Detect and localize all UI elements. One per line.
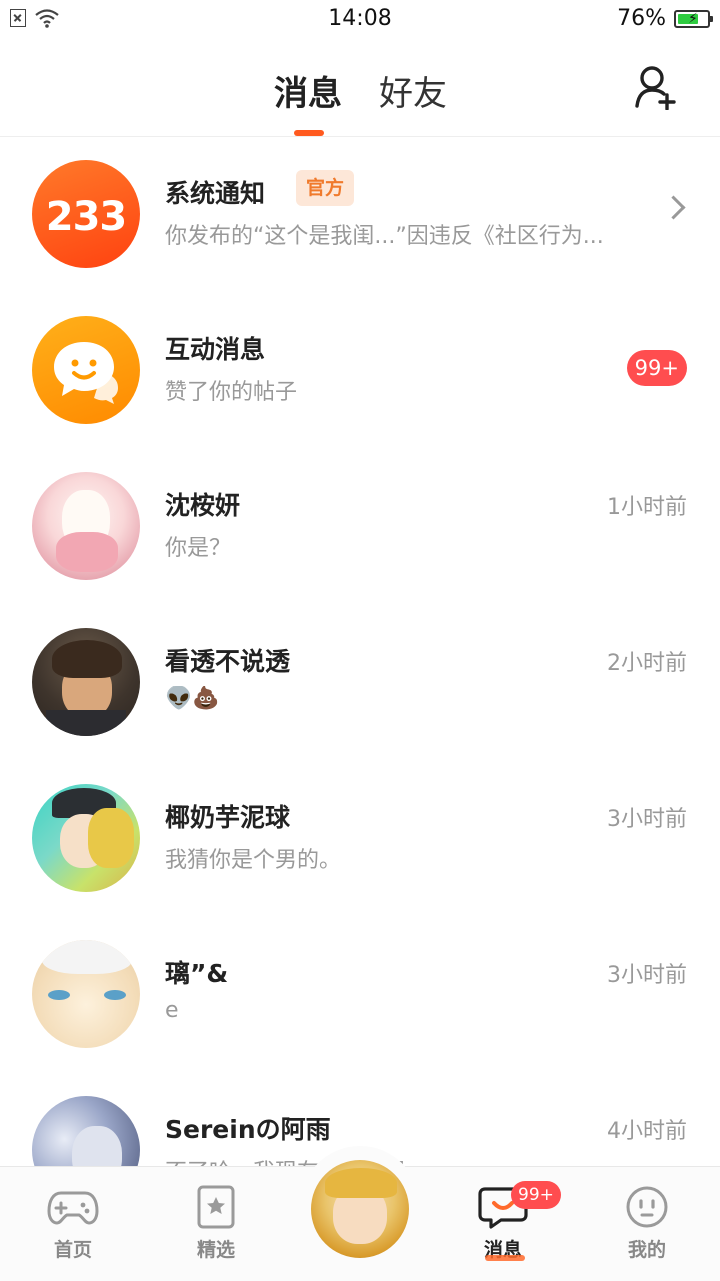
nav-home-label: 首页 [53,1239,92,1261]
conversation-preview: e [165,998,179,1023]
nav-mine-label: 我的 [627,1239,666,1261]
status-right: 76% ⚡ [617,6,713,31]
nav-featured[interactable]: 精选 [166,1177,266,1262]
conversation-name: 看透不说透 [165,647,291,676]
system-avatar: 233 [32,160,140,268]
gamepad-icon [47,1191,99,1225]
conversation-system[interactable]: 233 系统通知 官方 你发布的“这个是我闺...”因违反《社区行为... [0,137,720,293]
conversation-row[interactable]: 沈桉妍 你是？ 1小时前 [0,449,720,605]
conversation-time: 4小时前 [607,1119,687,1144]
conversation-name: 互动消息 [165,335,266,364]
conversation-row[interactable]: 璃”& e 3小时前 [0,917,720,1073]
unread-count-badge: 99+ [626,350,687,386]
center-profile-avatar[interactable] [311,1160,409,1258]
conversation-preview: 赞了你的帖子 [165,380,298,405]
tab-messages[interactable]: 消息 [274,66,342,115]
avatar [32,628,140,736]
conversation-preview: 你发布的“这个是我闺...”因违反《社区行为... [165,224,604,249]
conversation-name: 沈桉妍 [165,491,241,520]
conversation-time: 3小时前 [607,807,687,832]
messages-count-badge: 99+ [511,1181,561,1209]
conversation-interactions[interactable]: 互动消息 赞了你的帖子 99+ [0,293,720,449]
conversation-name: Sereinの阿雨 [165,1115,331,1144]
add-friend-icon[interactable] [634,64,678,110]
interaction-avatar [32,316,140,424]
tab-friends[interactable]: 好友 [379,66,447,115]
conversation-row[interactable]: 椰奶芋泥球 我猜你是个男的。 3小时前 [0,761,720,917]
smiley-icon [626,1186,668,1228]
avatar [32,784,140,892]
nav-home[interactable]: 首页 [23,1177,123,1262]
avatar [32,472,140,580]
chat-bubble-icon [54,342,118,404]
bookmark-star-icon [197,1185,235,1229]
battery-percent: 76% [617,6,666,31]
conversation-time: 1小时前 [607,495,687,520]
nav-messages[interactable]: 消息 99+ [453,1177,561,1262]
chevron-right-icon [661,195,686,220]
conversation-preview: 我猜你是个男的。 [165,848,342,873]
header: 消息 好友 [0,40,720,137]
conversation-row[interactable]: 看透不说透 👽💩 2小时前 [0,605,720,761]
official-badge: 官方 [296,170,355,206]
nav-featured-label: 精选 [196,1239,235,1261]
active-tab-indicator [294,130,324,136]
conversation-preview: 你是？ [165,536,232,561]
status-bar: 14:08 76% ⚡ [0,0,720,40]
conversation-time: 3小时前 [607,963,687,988]
conversation-name: 系统通知 [165,179,266,208]
conversation-time: 2小时前 [607,651,687,676]
status-time: 14:08 [328,6,392,31]
conversation-name: 璃”& [165,959,229,988]
active-nav-indicator [485,1255,525,1261]
conversation-list: 233 系统通知 官方 你发布的“这个是我闺...”因违反《社区行为... 互动… [0,137,720,1229]
conversation-preview: 👽💩 [165,686,220,711]
battery-icon: ⚡ [674,9,713,28]
conversation-name: 椰奶芋泥球 [165,803,291,832]
avatar [32,940,140,1048]
nav-mine[interactable]: 我的 [597,1177,697,1262]
